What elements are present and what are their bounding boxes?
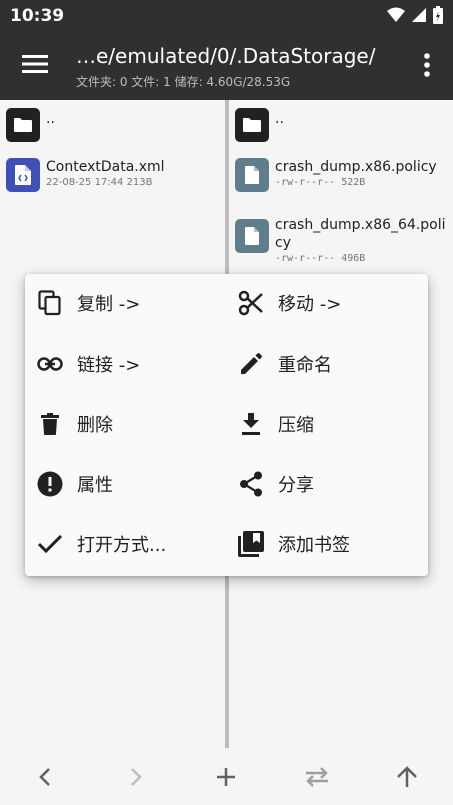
menu-item-properties[interactable]: 属性: [37, 464, 113, 504]
status-icons: [387, 6, 443, 24]
menu-item-rename[interactable]: 重命名: [238, 344, 332, 384]
file-name: ..: [275, 111, 284, 127]
menu-item-label: 属性: [77, 475, 113, 496]
file-meta: -rw-r--r-- 496B: [275, 253, 366, 264]
copy-icon: [37, 290, 63, 316]
menu-item-label: 复制 ->: [77, 294, 141, 315]
context-menu: 复制 -> 移动 -> 链接 -> 重命名 删除 压缩 属性 分享 打开方式..…: [25, 274, 428, 576]
current-path[interactable]: …e/emulated/0/.DataStorage/: [76, 44, 375, 68]
file-name: crash_dump.x86.policy: [275, 159, 437, 175]
swap-icon[interactable]: [304, 764, 330, 790]
status-bar: 10:39: [0, 0, 453, 32]
info-alert-icon: [37, 471, 63, 497]
forward-icon[interactable]: [123, 764, 149, 790]
bookmark-icon: [238, 531, 264, 557]
file-name: ContextData.xml: [46, 159, 165, 175]
file-icon: [235, 158, 269, 192]
list-item-file[interactable]: crash_dump.x86.policy -rw-r--r-- 522B: [235, 158, 437, 192]
battery-icon: [433, 6, 443, 24]
add-icon[interactable]: [213, 764, 239, 790]
status-time: 10:39: [10, 6, 65, 26]
check-icon: [37, 531, 63, 557]
trash-icon: [37, 411, 63, 437]
download-icon: [238, 411, 264, 437]
more-vert-icon[interactable]: [423, 52, 431, 78]
menu-item-share[interactable]: 分享: [238, 464, 314, 504]
bottom-toolbar: [0, 748, 453, 805]
folder-icon: [6, 108, 40, 142]
list-item-file[interactable]: crash_dump.x86_64.poli cy -rw-r--r-- 496…: [235, 216, 446, 266]
menu-item-delete[interactable]: 删除: [37, 404, 113, 444]
menu-item-open-with[interactable]: 打开方式...: [37, 524, 166, 564]
share-icon: [238, 471, 264, 497]
pencil-icon: [238, 351, 264, 377]
menu-item-label: 重命名: [278, 355, 332, 376]
file-icon: [235, 219, 269, 253]
file-name: crash_dump.x86_64.poli: [275, 217, 446, 233]
file-name: ..: [46, 111, 55, 127]
menu-item-add-bookmark[interactable]: 添加书签: [238, 524, 350, 564]
storage-stats: 文件夹: 0 文件: 1 储存: 4.60G/28.53G: [76, 75, 291, 89]
menu-item-label: 链接 ->: [77, 355, 141, 376]
file-name-wrap: cy: [275, 235, 291, 251]
menu-item-label: 移动 ->: [278, 294, 342, 315]
app-bar: …e/emulated/0/.DataStorage/ 文件夹: 0 文件: 1…: [0, 32, 453, 100]
menu-item-link[interactable]: 链接 ->: [37, 344, 140, 384]
menu-item-label: 删除: [77, 415, 113, 436]
list-item-file[interactable]: ContextData.xml 22-08-25 17:44 213B: [6, 158, 165, 192]
menu-item-label: 压缩: [278, 415, 314, 436]
file-meta: -rw-r--r-- 522B: [275, 177, 366, 188]
menu-item-label: 分享: [278, 475, 314, 496]
menu-item-copy[interactable]: 复制 ->: [37, 283, 140, 323]
xml-file-icon: [6, 158, 40, 192]
up-arrow-icon[interactable]: [394, 764, 420, 790]
wifi-icon: [387, 7, 405, 22]
menu-item-label: 打开方式...: [77, 535, 167, 556]
menu-item-compress[interactable]: 压缩: [238, 404, 314, 444]
list-item-parent-dir[interactable]: ..: [235, 108, 284, 142]
link-icon: [37, 351, 63, 377]
scissors-icon: [238, 290, 264, 316]
list-item-parent-dir[interactable]: ..: [6, 108, 55, 142]
folder-icon: [235, 108, 269, 142]
menu-item-move[interactable]: 移动 ->: [238, 283, 341, 323]
hamburger-menu-icon[interactable]: [22, 54, 48, 74]
signal-icon: [412, 8, 426, 22]
file-meta: 22-08-25 17:44 213B: [46, 177, 153, 188]
back-icon[interactable]: [32, 764, 58, 790]
menu-item-label: 添加书签: [278, 535, 350, 556]
